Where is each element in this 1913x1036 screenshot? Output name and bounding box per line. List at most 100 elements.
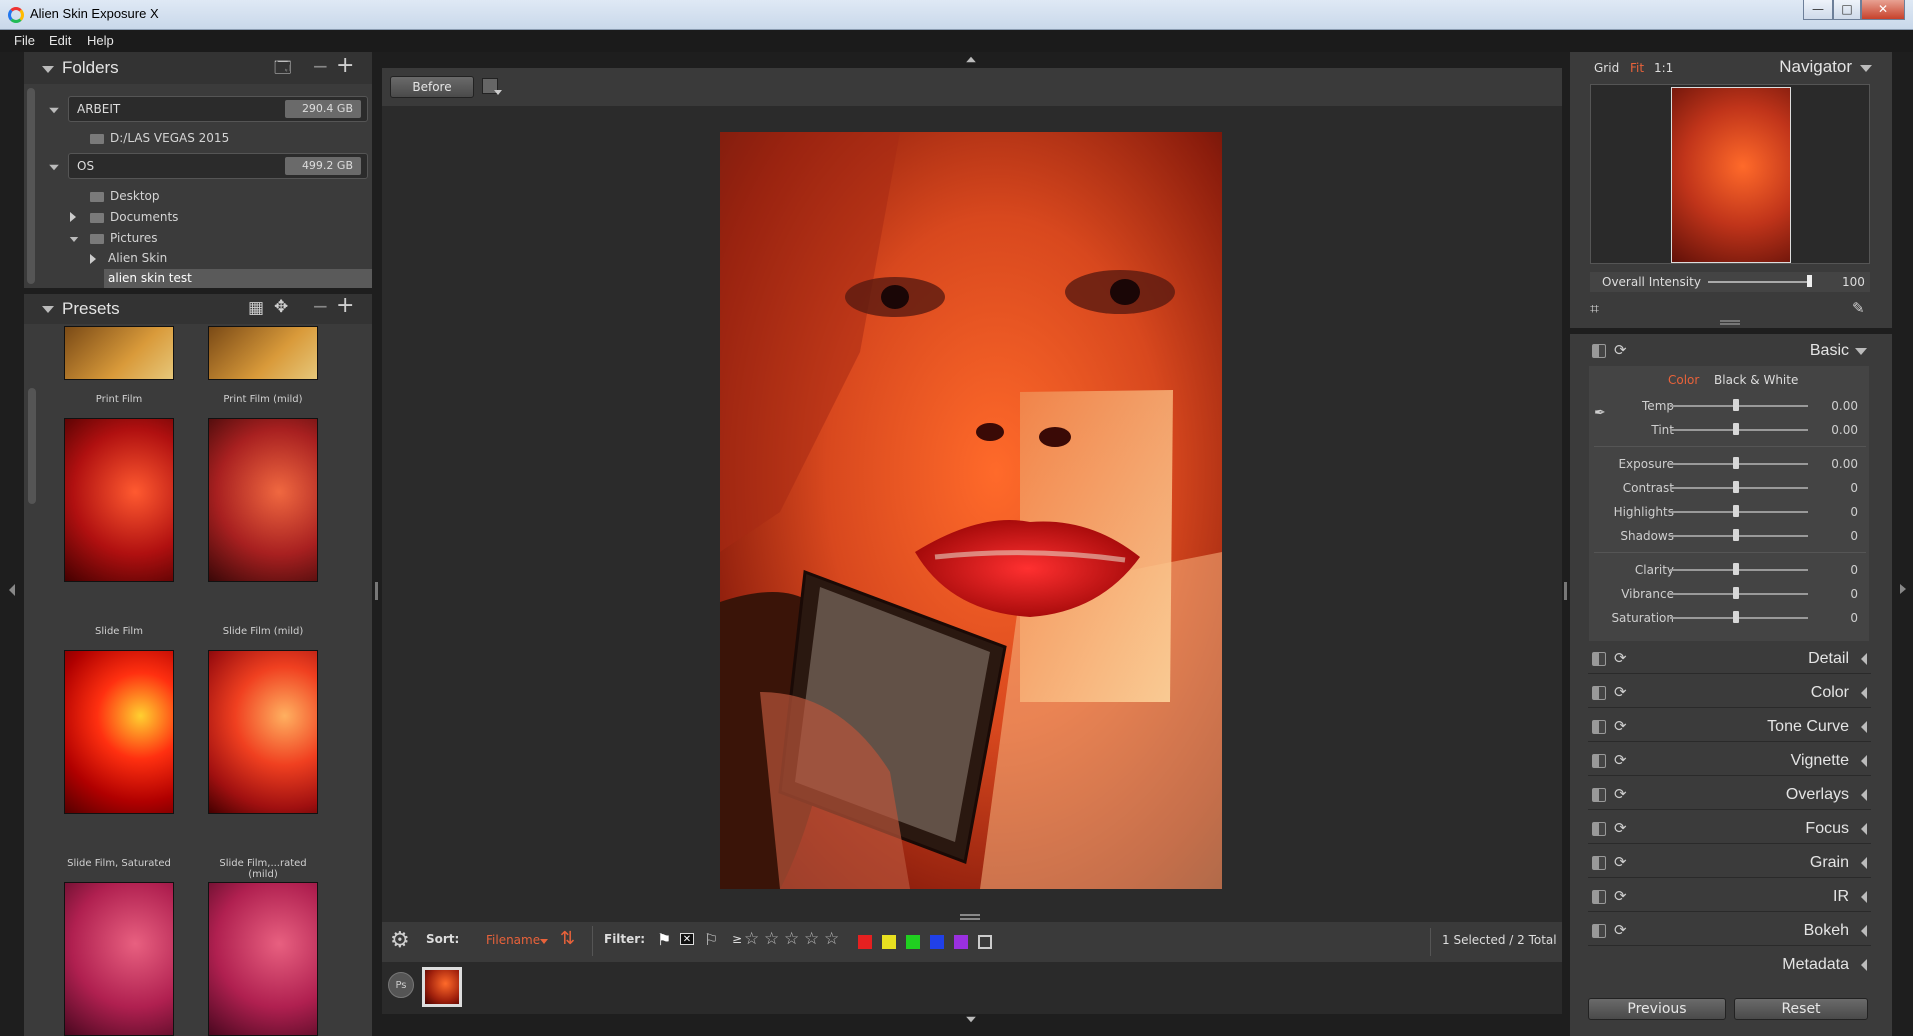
left-splitter[interactable]: [372, 52, 382, 1036]
slider-tint[interactable]: Tint 0.00: [1594, 420, 1866, 440]
volume-os[interactable]: OS 499.2 GB: [68, 153, 368, 179]
slider-exposure[interactable]: Exposure 0.00: [1594, 454, 1866, 474]
folder-pictures[interactable]: Pictures: [110, 231, 158, 245]
nav-mode-1-1[interactable]: 1:1: [1654, 61, 1673, 75]
filmstrip-thumb-selected[interactable]: [422, 967, 462, 1007]
toggle-icon[interactable]: [1592, 720, 1606, 734]
slider-knob[interactable]: [1733, 481, 1739, 493]
slider-track[interactable]: [1670, 487, 1808, 489]
section-metadata[interactable]: Metadata: [1588, 950, 1871, 980]
expand-documents-icon[interactable]: [70, 212, 76, 222]
main-photo[interactable]: [720, 132, 1222, 889]
section-bokeh[interactable]: ⟳ Bokeh: [1588, 916, 1871, 946]
slider-temp[interactable]: Temp 0.00: [1594, 396, 1866, 416]
reset-icon[interactable]: ⟳: [1614, 683, 1627, 701]
grid-view-icon[interactable]: ▦: [248, 298, 264, 318]
right-splitter[interactable]: [1562, 52, 1570, 1036]
photoshop-icon[interactable]: Ps: [388, 972, 414, 998]
reset-icon[interactable]: ⟳: [1614, 853, 1627, 871]
preset-thumb[interactable]: [208, 882, 318, 1036]
presets-collapse-icon[interactable]: [42, 306, 54, 313]
preset-thumb-slide-film-mild[interactable]: [208, 418, 318, 582]
collapse-all-icon[interactable]: ✥: [274, 297, 288, 317]
preset-thumb-print-film-mild[interactable]: [208, 326, 318, 380]
folder-item[interactable]: D:/LAS VEGAS 2015: [110, 131, 229, 145]
slider-knob[interactable]: [1733, 505, 1739, 517]
reset-icon[interactable]: ⟳: [1614, 717, 1627, 735]
preset-thumb[interactable]: [64, 882, 174, 1036]
brush-icon[interactable]: ✎: [1852, 299, 1865, 317]
section-color[interactable]: ⟳ Color: [1588, 678, 1871, 708]
collapse-pictures-icon[interactable]: [69, 237, 79, 242]
reset-icon[interactable]: ⟳: [1614, 785, 1627, 803]
reset-icon[interactable]: ⟳: [1614, 887, 1627, 905]
gear-icon[interactable]: ⚙: [390, 928, 410, 953]
os-expand-icon[interactable]: [49, 164, 59, 171]
nav-mode-fit[interactable]: Fit: [1630, 61, 1644, 75]
slider-track[interactable]: [1670, 463, 1808, 465]
slider-saturation[interactable]: Saturation 0: [1594, 608, 1866, 628]
toggle-icon[interactable]: [1592, 856, 1606, 870]
slider-knob[interactable]: [1733, 399, 1739, 411]
basic-tab-bw[interactable]: Black & White: [1714, 373, 1798, 387]
toggle-icon[interactable]: [1592, 686, 1606, 700]
slider-track[interactable]: [1670, 511, 1808, 513]
slider-track[interactable]: [1670, 535, 1808, 537]
preset-thumb-slide-film-saturated[interactable]: [64, 650, 174, 814]
filmstrip-resize-grip[interactable]: [960, 914, 980, 920]
slider-vibrance[interactable]: Vibrance 0: [1594, 584, 1866, 604]
menu-file[interactable]: File: [14, 33, 35, 48]
star-icon[interactable]: ☆: [744, 929, 759, 949]
color-label-purple[interactable]: [954, 935, 968, 949]
reset-icon[interactable]: ⟳: [1614, 751, 1627, 769]
toggle-icon[interactable]: [1592, 924, 1606, 938]
toggle-icon[interactable]: [1592, 788, 1606, 802]
slider-knob[interactable]: [1733, 529, 1739, 541]
navigator-collapse-icon[interactable]: [1860, 65, 1872, 72]
toggle-icon[interactable]: [1592, 890, 1606, 904]
reset-button[interactable]: Reset: [1734, 998, 1868, 1020]
navigator-preview[interactable]: [1590, 84, 1870, 264]
reset-icon[interactable]: ⟳: [1614, 819, 1627, 837]
slider-knob[interactable]: [1733, 563, 1739, 575]
slider-knob[interactable]: [1733, 611, 1739, 623]
section-focus[interactable]: ⟳ Focus: [1588, 814, 1871, 844]
slider-knob[interactable]: [1733, 587, 1739, 599]
toggle-icon[interactable]: [1592, 344, 1606, 358]
volume-arbeit[interactable]: ARBEIT 290.4 GB: [68, 96, 368, 122]
slider-knob[interactable]: [1733, 423, 1739, 435]
reset-icon[interactable]: ⟳: [1614, 649, 1627, 667]
folder-alien-skin[interactable]: Alien Skin: [108, 251, 167, 265]
menu-help[interactable]: Help: [87, 33, 114, 48]
add-folder-icon[interactable]: 🗔: [274, 57, 291, 84]
panel-resize-grip[interactable]: [1720, 320, 1740, 325]
toggle-icon[interactable]: [1592, 822, 1606, 836]
basic-tab-color[interactable]: Color: [1668, 373, 1699, 387]
expand-alien-skin-icon[interactable]: [90, 254, 96, 264]
crop-icon[interactable]: ⌗: [1590, 299, 1599, 319]
slider-shadows[interactable]: Shadows 0: [1594, 526, 1866, 546]
presets-scrollbar[interactable]: [28, 388, 36, 504]
section-tone-curve[interactable]: ⟳ Tone Curve: [1588, 712, 1871, 742]
section-grain[interactable]: ⟳ Grain: [1588, 848, 1871, 878]
section-ir[interactable]: ⟳ IR: [1588, 882, 1871, 912]
maximize-button[interactable]: □: [1833, 0, 1861, 20]
plus-icon[interactable]: +: [336, 53, 354, 78]
collapse-bottom-icon[interactable]: [966, 1016, 976, 1023]
menu-edit[interactable]: Edit: [49, 33, 71, 48]
preset-thumb-slide-film-saturated-mild[interactable]: [208, 650, 318, 814]
color-label-none[interactable]: [978, 935, 992, 949]
star-icon[interactable]: ☆: [804, 929, 819, 949]
previous-button[interactable]: Previous: [1588, 998, 1726, 1020]
color-label-yellow[interactable]: [882, 935, 896, 949]
reset-icon[interactable]: ⟳: [1614, 921, 1627, 939]
collapse-top-icon[interactable]: [966, 56, 976, 63]
slider-track[interactable]: [1670, 405, 1808, 407]
section-basic[interactable]: ⟳ Basic: [1588, 336, 1871, 366]
toggle-icon[interactable]: [1592, 652, 1606, 666]
collapse-right-icon[interactable]: [1900, 584, 1906, 594]
folder-selected-row[interactable]: alien skin test: [104, 269, 372, 288]
nav-mode-grid[interactable]: Grid: [1594, 61, 1619, 75]
folder-desktop[interactable]: Desktop: [110, 189, 160, 203]
folder-documents[interactable]: Documents: [110, 210, 178, 224]
